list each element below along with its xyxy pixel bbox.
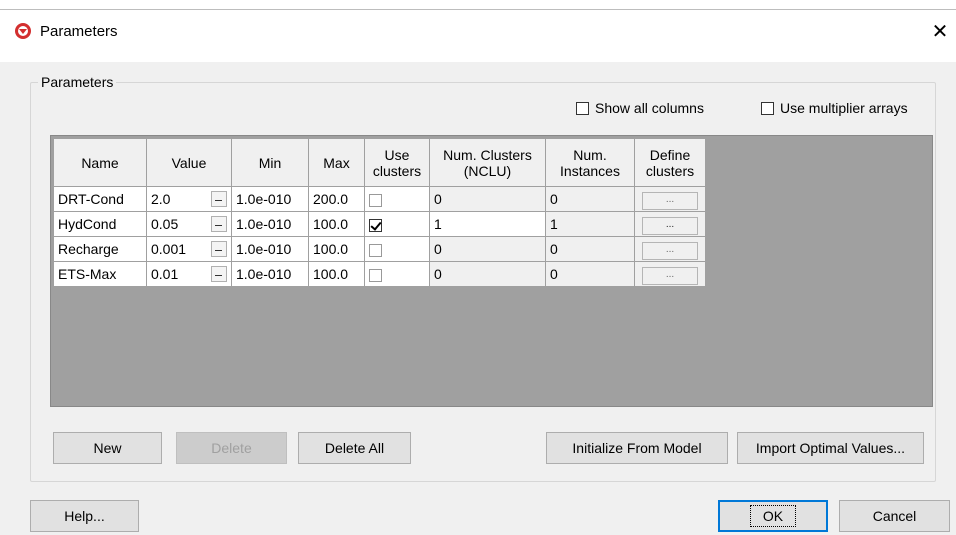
dropdown-icon[interactable]	[211, 266, 227, 282]
header-value[interactable]: Value	[146, 138, 232, 187]
header-define-clusters[interactable]: Define clusters	[634, 138, 706, 187]
cell-define-clusters: ...	[634, 186, 706, 212]
cell-max[interactable]: 200.0	[308, 186, 365, 212]
cell-num-instances: 1	[545, 211, 635, 237]
cell-define-clusters: ...	[634, 261, 706, 287]
use-multiplier-arrays-label: Use multiplier arrays	[780, 100, 908, 116]
cell-use-clusters[interactable]	[364, 186, 430, 212]
use-clusters-checkbox[interactable]	[369, 243, 382, 257]
cell-min[interactable]: 1.0e-010	[231, 236, 309, 262]
dropdown-icon[interactable]	[211, 216, 227, 232]
define-clusters-button[interactable]: ...	[642, 216, 698, 235]
cell-name[interactable]: DRT-Cond	[53, 186, 147, 212]
window-title: Parameters	[40, 23, 118, 40]
header-min[interactable]: Min	[231, 138, 309, 187]
cell-min[interactable]: 1.0e-010	[231, 211, 309, 237]
cell-value[interactable]: 0.05	[146, 211, 232, 237]
import-optimal-values-button[interactable]: Import Optimal Values...	[737, 432, 924, 464]
cell-num-instances: 0	[545, 261, 635, 287]
header-use-clusters[interactable]: Use clusters	[364, 138, 430, 187]
cell-min[interactable]: 1.0e-010	[231, 261, 309, 287]
use-clusters-checkbox[interactable]	[369, 193, 382, 207]
cell-name[interactable]: HydCond	[53, 211, 147, 237]
cell-num-clusters: 0	[429, 261, 546, 287]
show-all-columns-checkbox[interactable]: Show all columns	[576, 100, 704, 116]
parameter-table: Name Value Min Max Use clusters Num. Clus…	[53, 138, 706, 287]
delete-button[interactable]: Delete	[176, 432, 287, 464]
parameter-grid[interactable]: Name Value Min Max Use clusters Num. Clus…	[50, 135, 933, 407]
header-max[interactable]: Max	[308, 138, 365, 187]
header-name[interactable]: Name	[53, 138, 147, 187]
table-row[interactable]: ETS-Max 0.01 1.0e-010 100.0 0 0 ...	[53, 261, 706, 287]
table-row[interactable]: HydCond 0.05 1.0e-010 100.0 1 1 ...	[53, 211, 706, 237]
define-clusters-button[interactable]: ...	[642, 266, 698, 285]
cell-name[interactable]: ETS-Max	[53, 261, 147, 287]
use-multiplier-arrays-checkbox[interactable]: Use multiplier arrays	[761, 100, 908, 116]
help-button[interactable]: Help...	[30, 500, 139, 532]
cell-num-instances: 0	[545, 236, 635, 262]
cell-define-clusters: ...	[634, 211, 706, 237]
cell-min[interactable]: 1.0e-010	[231, 186, 309, 212]
table-row[interactable]: Recharge 0.001 1.0e-010 100.0 0 0 ...	[53, 236, 706, 262]
use-clusters-checkbox[interactable]	[369, 268, 382, 282]
dropdown-icon[interactable]	[211, 191, 227, 207]
close-icon[interactable]: ✕	[926, 16, 954, 46]
top-divider	[0, 9, 956, 10]
groupbox-label: Parameters	[38, 74, 117, 90]
cell-num-clusters[interactable]: 1	[429, 211, 546, 237]
cell-max[interactable]: 100.0	[308, 261, 365, 287]
use-clusters-checkbox[interactable]	[369, 218, 382, 232]
show-all-columns-box[interactable]	[576, 101, 589, 115]
cell-value[interactable]: 0.01	[146, 261, 232, 287]
cancel-button[interactable]: Cancel	[839, 500, 950, 532]
cell-name[interactable]: Recharge	[53, 236, 147, 262]
cell-use-clusters[interactable]	[364, 211, 430, 237]
table-row[interactable]: DRT-Cond 2.0 1.0e-010 200.0 0 0 ...	[53, 186, 706, 212]
cell-num-clusters: 0	[429, 186, 546, 212]
delete-all-button[interactable]: Delete All	[298, 432, 411, 464]
new-button[interactable]: New	[53, 432, 162, 464]
table-header-row: Name Value Min Max Use clusters Num. Clus…	[53, 138, 706, 187]
cell-value[interactable]: 0.001	[146, 236, 232, 262]
app-logo-icon	[15, 23, 31, 39]
cell-num-clusters: 0	[429, 236, 546, 262]
header-num-clusters[interactable]: Num. Clusters (NCLU)	[429, 138, 546, 187]
define-clusters-button[interactable]: ...	[642, 191, 698, 210]
cell-use-clusters[interactable]	[364, 236, 430, 262]
define-clusters-button[interactable]: ...	[642, 241, 698, 260]
cell-num-instances: 0	[545, 186, 635, 212]
cell-max[interactable]: 100.0	[308, 236, 365, 262]
ok-button[interactable]: OK	[718, 500, 828, 532]
initialize-from-model-button[interactable]: Initialize From Model	[546, 432, 728, 464]
cell-max[interactable]: 100.0	[308, 211, 365, 237]
cell-use-clusters[interactable]	[364, 261, 430, 287]
ok-button-label: OK	[749, 505, 797, 527]
show-all-columns-label: Show all columns	[595, 100, 704, 116]
header-num-instances[interactable]: Num. Instances	[545, 138, 635, 187]
use-multiplier-arrays-box[interactable]	[761, 101, 774, 115]
cell-value[interactable]: 2.0	[146, 186, 232, 212]
cell-define-clusters: ...	[634, 236, 706, 262]
dropdown-icon[interactable]	[211, 241, 227, 257]
